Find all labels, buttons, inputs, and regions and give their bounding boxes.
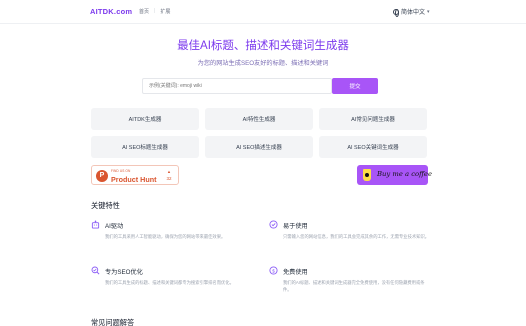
producthunt-upvote-count: 32 [166,176,172,181]
producthunt-logo-icon: P [96,170,108,182]
language-label: 简体中文 [401,10,426,16]
producthunt-name: Product Hunt [111,174,157,184]
feature-description: 我们的工具生成的标题、描述和关键词都专为搜索引擎排名而优化。 [105,280,234,285]
submit-button[interactable]: 提交 [332,78,378,94]
tool-seo-description-generator[interactable]: AI SEO描述生成器 [205,136,313,158]
dollar-circle-icon: $ [269,266,278,275]
nav-link-home[interactable]: 首页 [134,8,154,15]
top-navbar: AITDK.com 首页 | 扩展 简体中文 ▾ [0,0,526,24]
faq-heading: 常见问题解答 [91,318,135,326]
svg-text:$: $ [272,268,275,274]
feature-description: 只需输入您的网站信息，我们的工具会完成其余的工作，无需专业技术知识。 [283,234,430,239]
buy-me-a-coffee-button[interactable]: Buy me a coffee [357,165,432,185]
feature-title: 专为SEO优化 [105,269,143,276]
upvote-arrow-icon: ▲ [167,169,171,174]
search-check-icon [91,266,100,275]
tool-ai-faq-generator[interactable]: AI常见问题生成器 [319,108,427,130]
globe-icon [393,8,400,17]
site-logo[interactable]: AITDK.com [90,7,132,16]
feature-title: 免费使用 [283,269,308,276]
tool-seo-keyword-generator[interactable]: AI SEO关键词生成器 [319,136,427,158]
producthunt-badge[interactable]: P FIND US ON Product Hunt ▲ 32 [91,165,179,185]
tool-ai-feature-generator[interactable]: AI特性生成器 [205,108,313,130]
main-nav: 首页 | 扩展 [134,8,175,15]
features-heading: 关键特性 [91,201,120,210]
bmc-label: Buy me a coffee [377,170,432,178]
tool-seo-title-generator[interactable]: AI SEO标题生成器 [91,136,199,158]
coffee-cup-icon [363,169,371,181]
nav-link-extension[interactable]: 扩展 [155,8,175,15]
feature-description: 我们的AI标题、描述和关键词生成器完全免费使用，没有任何隐藏费用或条件。 [283,280,425,292]
page-title: 最佳AI标题、描述和关键词生成器 [177,40,349,52]
tool-aitdk-generator[interactable]: AITDK生成器 [91,108,199,130]
feature-description: 我们的工具采用人工智能驱动，确保为您的网站带来最佳效果。 [105,234,226,239]
check-circle-icon [269,220,278,229]
atom-icon [91,220,100,229]
language-selector[interactable]: 简体中文 ▾ [393,7,430,17]
keyword-input[interactable] [142,78,332,94]
page-subtitle: 为您的网站生成SEO友好的标题、描述和关键词 [197,60,329,67]
chevron-down-icon: ▾ [427,8,430,15]
producthunt-tagline: FIND US ON [111,169,131,173]
feature-title: AI驱动 [105,223,124,230]
feature-title: 易于使用 [283,223,308,230]
